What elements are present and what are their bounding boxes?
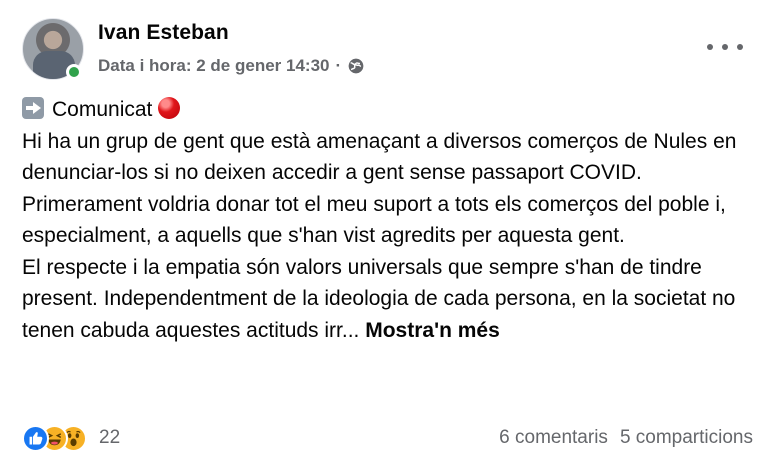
meta-separator: · — [335, 56, 342, 75]
right-arrow-icon — [22, 97, 44, 119]
more-dot — [707, 44, 713, 50]
post-meta: Data i hora: 2 de gener 14:30 · — [98, 55, 365, 77]
post-paragraph-1: Hi ha un grup de gent que està amenaçant… — [22, 129, 737, 185]
post-title: Comunicat — [52, 98, 153, 121]
more-options-icon[interactable] — [707, 36, 743, 58]
reactions-summary[interactable]: 22 — [22, 423, 120, 453]
see-more-link[interactable]: Mostra'n més — [365, 319, 500, 342]
globe-icon[interactable] — [347, 57, 365, 75]
shares-count[interactable]: 5 comparticions — [620, 427, 753, 449]
red-circle-icon — [158, 97, 181, 119]
author-name[interactable]: Ivan Esteban — [98, 21, 229, 45]
post-title-line: Comunicat — [22, 94, 757, 126]
post-body: Comunicat Hi ha un grup de gent que està… — [22, 94, 757, 346]
more-dot — [722, 44, 728, 50]
like-icon — [22, 424, 49, 452]
post-stats: 6 comentaris 5 comparticions — [499, 423, 753, 453]
online-status-indicator — [66, 64, 82, 80]
post-paragraph-2: Primerament voldria donar tot el meu sup… — [22, 192, 726, 248]
post-timestamp[interactable]: Data i hora: 2 de gener 14:30 — [98, 56, 329, 76]
reaction-count[interactable]: 22 — [99, 427, 120, 449]
facebook-post: Ivan Esteban Data i hora: 2 de gener 14:… — [0, 0, 765, 465]
more-dot — [737, 44, 743, 50]
thumbs-up-icon — [29, 431, 43, 444]
comments-count[interactable]: 6 comentaris — [499, 427, 608, 449]
post-paragraph-3: El respecte i la empatia són valors univ… — [22, 252, 757, 347]
